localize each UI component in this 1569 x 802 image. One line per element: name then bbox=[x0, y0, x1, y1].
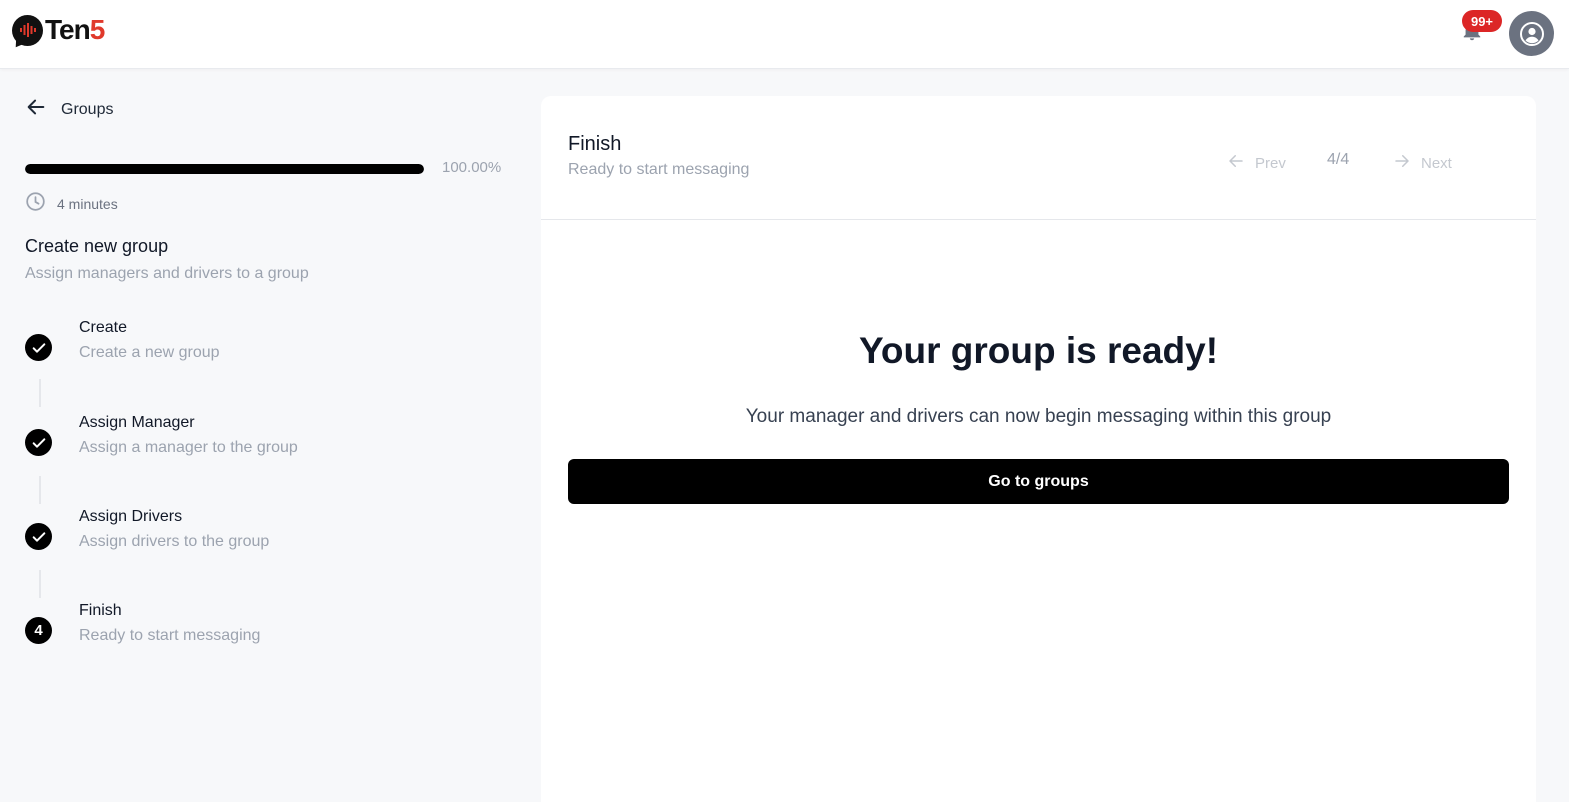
top-bar: Ten5 99+ bbox=[0, 0, 1569, 69]
step-connector bbox=[39, 379, 41, 407]
step-description: Create a new group bbox=[79, 344, 220, 361]
logo-mark-icon bbox=[12, 14, 43, 46]
wizard-title: Create new group bbox=[25, 236, 169, 256]
back-to-groups-link[interactable]: Groups bbox=[25, 96, 113, 123]
go-to-groups-button[interactable]: Go to groups bbox=[568, 459, 1509, 504]
logo-text: Ten5 bbox=[45, 14, 105, 45]
step-description: Assign a manager to the group bbox=[79, 439, 298, 456]
step-title: Create bbox=[79, 319, 128, 336]
success-message: Your manager and drivers can now begin m… bbox=[745, 406, 1332, 427]
step-content-card: Finish Ready to start messaging Prev 4/4… bbox=[541, 96, 1536, 802]
back-label: Groups bbox=[61, 100, 114, 118]
progress-bar-fill bbox=[25, 164, 424, 174]
card-title: Finish bbox=[568, 133, 622, 155]
notification-badge[interactable]: 99+ bbox=[1462, 10, 1502, 32]
step-title: Assign Drivers bbox=[79, 508, 183, 525]
step-description: Ready to start messaging bbox=[79, 627, 261, 644]
duration-label: 4 minutes bbox=[57, 196, 118, 212]
step-description: Assign drivers to the group bbox=[79, 533, 270, 550]
step-complete-check-icon bbox=[25, 334, 52, 361]
next-label: Next bbox=[1421, 154, 1452, 172]
page-counter: 4/4 bbox=[1327, 151, 1350, 168]
step-complete-check-icon bbox=[25, 523, 52, 550]
arrow-left-icon bbox=[1227, 152, 1245, 174]
card-header: Finish Ready to start messaging Prev 4/4… bbox=[541, 96, 1536, 220]
duration-row: 4 minutes bbox=[25, 191, 118, 217]
step-complete-check-icon bbox=[25, 429, 52, 456]
wizard-subtitle: Assign managers and drivers to a group bbox=[25, 265, 309, 282]
step-title: Assign Manager bbox=[79, 414, 195, 431]
arrow-left-icon bbox=[25, 96, 47, 123]
user-avatar-icon[interactable] bbox=[1509, 11, 1554, 56]
prev-label: Prev bbox=[1255, 154, 1286, 172]
step-title: Finish bbox=[79, 602, 122, 619]
success-heading: Your group is ready! bbox=[858, 330, 1219, 371]
arrow-right-icon bbox=[1393, 152, 1411, 174]
progress-percent: 100.00% bbox=[442, 159, 502, 176]
card-subtitle: Ready to start messaging bbox=[568, 161, 750, 178]
progress-bar bbox=[25, 164, 424, 174]
logo[interactable]: Ten5 bbox=[12, 14, 105, 46]
next-button[interactable]: Next bbox=[1393, 152, 1452, 174]
step-connector bbox=[39, 570, 41, 598]
step-number: 4 bbox=[25, 617, 52, 644]
step-connector bbox=[39, 476, 41, 504]
prev-button[interactable]: Prev bbox=[1227, 152, 1286, 174]
clock-icon bbox=[25, 191, 46, 217]
